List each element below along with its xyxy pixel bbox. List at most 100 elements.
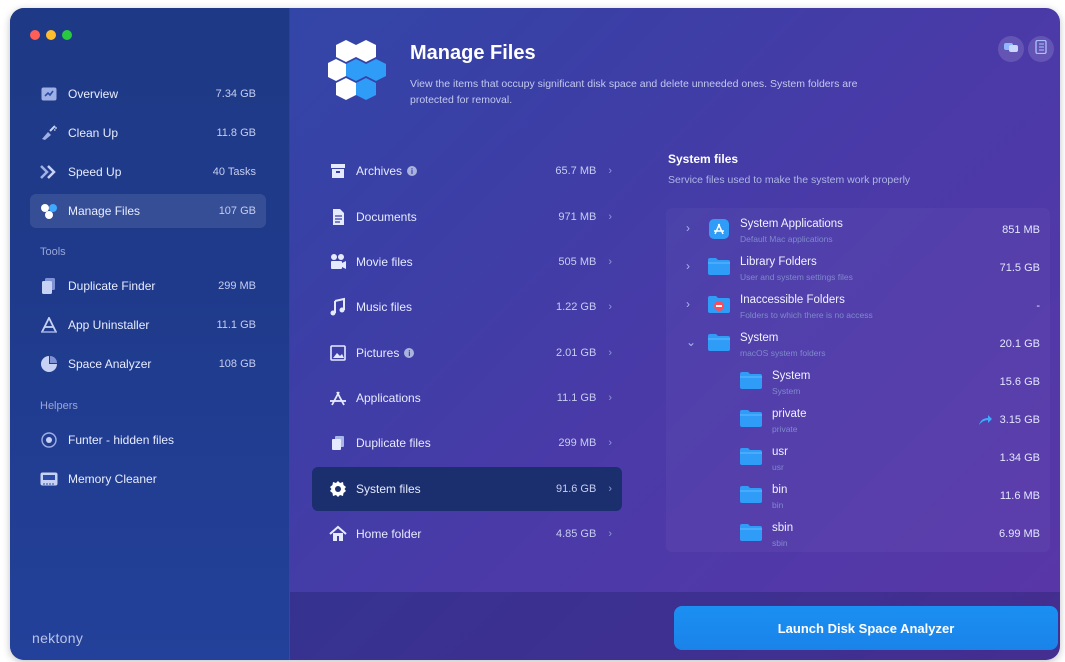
- chat-bubbles-icon: [1004, 40, 1018, 58]
- folder-icon: [708, 333, 730, 351]
- tree-row-description: bin: [772, 500, 784, 510]
- category-label: Pictures: [356, 346, 400, 360]
- category-documents[interactable]: Documents 971 MB ›: [312, 195, 622, 239]
- folder-icon: [740, 447, 762, 465]
- folder-icon: [740, 409, 762, 427]
- page-description: View the items that occupy significant d…: [410, 78, 858, 106]
- sidebar-item-label: App Uninstaller: [68, 318, 150, 332]
- sidebar-item-clean-up[interactable]: Clean Up 11.8 GB: [30, 116, 266, 150]
- expand-chevron-icon[interactable]: ›: [686, 221, 690, 235]
- category-applications[interactable]: Applications 11.1 GB ›: [312, 376, 622, 420]
- chevron-right-icon: ›: [608, 256, 612, 268]
- tree-row-private[interactable]: private private 3.15 GB: [666, 401, 1050, 439]
- notes-button[interactable]: [1028, 36, 1054, 62]
- category-label: Applications: [356, 391, 421, 405]
- tree-row-bin[interactable]: bin bin 11.6 MB: [666, 477, 1050, 515]
- minimize-window-button[interactable]: [46, 30, 56, 40]
- tree-row-name: Inaccessible Folders: [740, 294, 845, 306]
- sidebar-item-app-uninstaller[interactable]: App Uninstaller 11.1 GB: [30, 308, 266, 342]
- sidebar-item-value: 11.8 GB: [216, 127, 256, 139]
- duplicate-icon: [40, 277, 58, 295]
- tree-row-name: System: [772, 370, 811, 382]
- category-label: Duplicate files: [356, 436, 431, 450]
- category-size: 971 MB: [558, 211, 597, 223]
- category-music-files[interactable]: Music files 1.22 GB ›: [312, 285, 622, 329]
- manage-files-icon: [40, 202, 58, 220]
- sidebar-item-value: 11.1 GB: [216, 319, 256, 331]
- info-icon[interactable]: i: [404, 348, 415, 358]
- sidebar-item-value: 40 Tasks: [212, 166, 256, 178]
- category-size: 11.1 GB: [556, 392, 597, 404]
- tree-row-system[interactable]: ⌄ System macOS system folders 20.1 GB: [666, 325, 1050, 363]
- tree-row-size: 71.5 GB: [999, 262, 1040, 274]
- sidebar-item-value: 299 MB: [218, 280, 256, 292]
- tree-row-name: bin: [772, 484, 788, 496]
- chevron-right-icon: ›: [608, 211, 612, 223]
- category-label: Archives: [356, 164, 403, 178]
- sidebar-item-label: Space Analyzer: [68, 357, 152, 371]
- collapse-chevron-icon[interactable]: ⌄: [686, 335, 696, 349]
- manage-files-hexagons-icon: [326, 38, 388, 102]
- sidebar-item-label: Manage Files: [68, 204, 141, 218]
- chevron-right-icon: ›: [608, 347, 612, 359]
- sidebar-item-overview[interactable]: Overview 7.34 GB: [30, 77, 266, 111]
- movie-camera-icon: [328, 252, 348, 272]
- chat-button[interactable]: [998, 36, 1024, 62]
- expand-chevron-icon[interactable]: ›: [686, 259, 690, 273]
- folder-icon: [740, 523, 762, 541]
- tree-row-usr[interactable]: usr usr 1.34 GB: [666, 439, 1050, 477]
- brand-logo: nektony: [32, 630, 84, 646]
- uninstaller-icon: [40, 316, 58, 334]
- page-title: Manage Files: [410, 42, 536, 64]
- app-store-icon: [708, 219, 730, 239]
- category-pictures[interactable]: Pictures i 2.01 GB ›: [312, 331, 622, 375]
- sidebar-item-memory-cleaner[interactable]: Memory Cleaner: [30, 462, 266, 496]
- sidebar-item-label: Speed Up: [68, 165, 122, 179]
- launch-disk-space-analyzer-button[interactable]: Launch Disk Space Analyzer: [674, 606, 1058, 650]
- app-store-icon: [328, 388, 348, 408]
- tree-row-description: Folders to which there is no access: [740, 310, 873, 320]
- picture-icon: [328, 343, 348, 363]
- zoom-window-button[interactable]: [62, 30, 72, 40]
- tree-row-size: 15.6 GB: [999, 376, 1040, 388]
- tree-row-description: User and system settings files: [740, 272, 853, 282]
- tree-row-name: usr: [772, 446, 788, 458]
- house-icon: [328, 524, 348, 544]
- chevron-right-icon: ›: [608, 165, 612, 177]
- sidebar-item-space-analyzer[interactable]: Space Analyzer 108 GB: [30, 347, 266, 381]
- info-icon[interactable]: i: [407, 166, 418, 176]
- chevron-right-icon: ›: [608, 437, 612, 449]
- tree-row-size: 1.34 GB: [999, 452, 1040, 464]
- eye-icon: [40, 431, 58, 449]
- category-archives[interactable]: Archives i 65.7 MB ›: [312, 149, 622, 193]
- overview-icon: [40, 85, 58, 103]
- category-movie-files[interactable]: Movie files 505 MB ›: [312, 240, 622, 284]
- category-home-folder[interactable]: Home folder 4.85 GB ›: [312, 512, 622, 556]
- tree-row-size: 11.6 MB: [999, 490, 1040, 502]
- window-controls: [30, 30, 72, 40]
- sidebar-item-speed-up[interactable]: Speed Up 40 Tasks: [30, 155, 266, 189]
- category-system-files[interactable]: System files 91.6 GB ›: [312, 467, 622, 511]
- tree-row-library-folders[interactable]: › Library Folders User and system settin…: [666, 249, 1050, 287]
- category-duplicate-files[interactable]: Duplicate files 299 MB ›: [312, 421, 622, 465]
- sidebar: Overview 7.34 GB Clean Up 11.8 GB Speed …: [10, 8, 290, 660]
- folder-icon: [708, 257, 730, 275]
- tools-section-title: Tools: [40, 246, 66, 258]
- tree-row-sbin[interactable]: sbin sbin 6.99 MB: [666, 515, 1050, 553]
- category-size: 4.85 GB: [555, 528, 597, 540]
- tree-row-inaccessible-folders[interactable]: › Inaccessible Folders Folders to which …: [666, 287, 1050, 325]
- close-window-button[interactable]: [30, 30, 40, 40]
- tree-row-description: sbin: [772, 538, 788, 548]
- tree-row-size: -: [1036, 300, 1040, 312]
- helpers-section-title: Helpers: [40, 400, 78, 412]
- tree-row-name: sbin: [772, 522, 794, 534]
- category-label: Movie files: [356, 255, 413, 269]
- sidebar-item-manage-files[interactable]: Manage Files 107 GB: [30, 194, 266, 228]
- expand-chevron-icon[interactable]: ›: [686, 297, 690, 311]
- tree-row-system-applications[interactable]: › System Applications Default Mac applic…: [666, 211, 1050, 249]
- sidebar-item-duplicate-finder[interactable]: Duplicate Finder 299 MB: [30, 269, 266, 303]
- category-label: Music files: [356, 300, 413, 314]
- tree-row-name: System Applications: [740, 218, 843, 230]
- sidebar-item-funter[interactable]: Funter - hidden files: [30, 423, 266, 457]
- tree-row-system-child[interactable]: System System 15.6 GB: [666, 363, 1050, 401]
